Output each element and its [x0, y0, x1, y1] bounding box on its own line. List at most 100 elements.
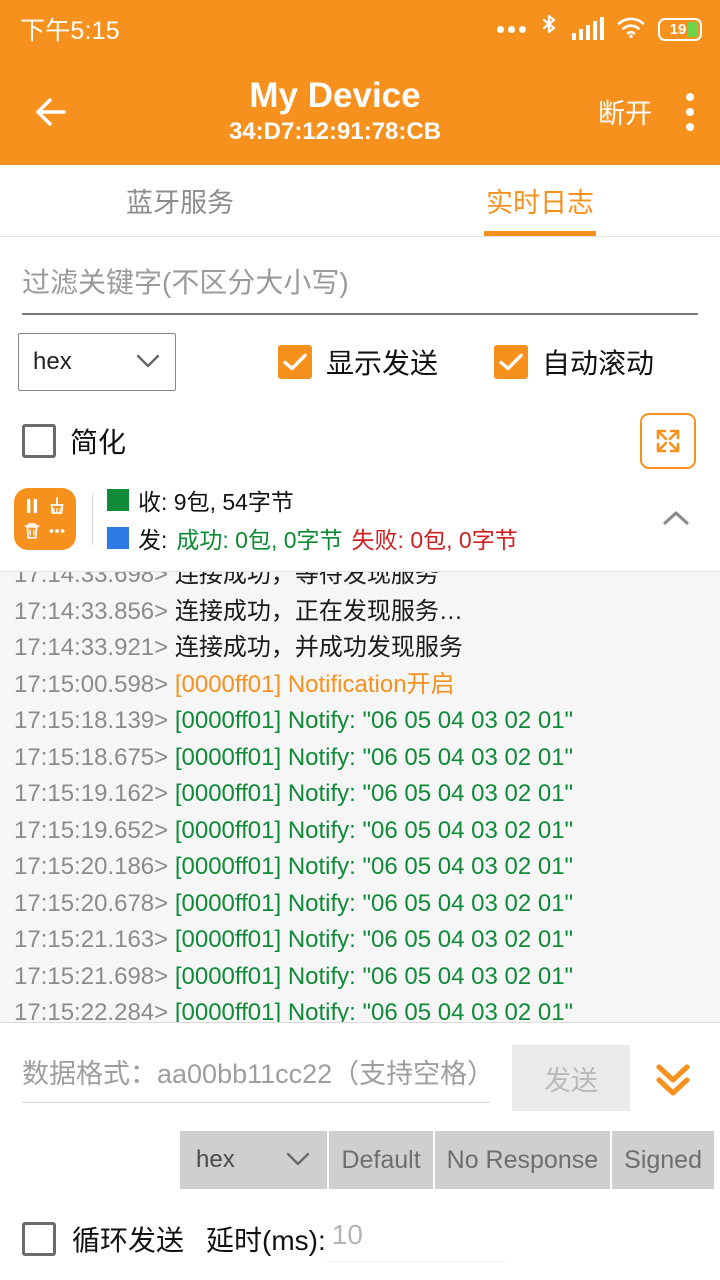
- stats-divider: [92, 493, 93, 545]
- log-line: 17:15:21.163> [0000ff01] Notify: "06 05 …: [14, 922, 720, 959]
- options-row-primary: hex 显示发送 自动滚动: [0, 315, 720, 391]
- log-line: 17:15:21.698> [0000ff01] Notify: "06 05 …: [14, 959, 720, 996]
- log-message: [0000ff01] Notification开启: [175, 671, 455, 698]
- disconnect-button[interactable]: 断开: [598, 92, 652, 131]
- app-bar: My Device 34:D7:12:91:78:CB 断开: [0, 58, 720, 165]
- log-line: 17:14:33.698> 连接成功，等待发现服务: [14, 571, 720, 594]
- log-line: 17:15:20.186> [0000ff01] Notify: "06 05 …: [14, 849, 720, 886]
- double-chevron-down-icon[interactable]: [644, 1049, 702, 1107]
- device-mac-address: 34:D7:12:91:78:CB: [229, 117, 441, 147]
- log-scroll-container: 17:14:33.698> 连接成功，等待发现服务17:14:33.856> 连…: [14, 571, 720, 1023]
- battery-icon: 19: [658, 18, 702, 41]
- auto-scroll-checkbox[interactable]: [494, 345, 528, 379]
- log-format-select[interactable]: hex: [18, 333, 176, 391]
- page-title: My Device: [249, 76, 420, 115]
- status-icons: 19: [497, 14, 703, 45]
- write-type-row: hex Default No Response Signed: [0, 1111, 720, 1189]
- chevron-down-icon: [285, 1146, 311, 1174]
- app-screen: 下午5:15 19: [0, 0, 720, 1280]
- signal-icon: [572, 18, 605, 40]
- write-type-no-response[interactable]: No Response: [435, 1131, 610, 1189]
- log-panel[interactable]: 17:14:33.698> 连接成功，等待发现服务17:14:33.856> 连…: [0, 571, 720, 1023]
- log-timestamp: 17:15:20.186>: [14, 853, 175, 880]
- log-message: [0000ff01] Notify: "06 05 04 03 02 01": [175, 890, 573, 917]
- log-line: 17:15:22.284> [0000ff01] Notify: "06 05 …: [14, 995, 720, 1023]
- log-timestamp: 17:15:19.652>: [14, 817, 175, 844]
- log-timestamp: 17:15:00.598>: [14, 671, 175, 698]
- stats-text-block: 收: 9包, 54字节 发: 成功: 0包, 0字节 失败: 0包, 0字节: [107, 483, 518, 555]
- loop-send-row: 循环发送 延时(ms):: [0, 1189, 720, 1262]
- rx-stat-text: 收: 9包, 54字节: [138, 483, 294, 517]
- log-message: 连接成功，并成功发现服务: [175, 634, 463, 661]
- fullscreen-expand-icon[interactable]: [640, 413, 696, 469]
- tx-prefix: 发:: [138, 521, 167, 555]
- delay-label: 延时(ms):: [206, 1219, 326, 1259]
- send-data-input[interactable]: [22, 1053, 490, 1103]
- auto-scroll-label: 自动滚动: [542, 342, 654, 382]
- log-timestamp: 17:15:20.678>: [14, 890, 175, 917]
- log-message: [0000ff01] Notify: "06 05 04 03 02 01": [175, 853, 573, 880]
- stats-bar: 收: 9包, 54字节 发: 成功: 0包, 0字节 失败: 0包, 0字节: [0, 469, 720, 571]
- rx-color-swatch: [107, 489, 129, 511]
- send-format-value: hex: [196, 1146, 235, 1174]
- tab-bluetooth-services[interactable]: 蓝牙服务: [0, 165, 360, 236]
- log-timestamp: 17:15:22.284>: [14, 999, 175, 1023]
- log-line: 17:14:33.856> 连接成功，正在发现服务…: [14, 594, 720, 631]
- log-timestamp: 17:15:21.698>: [14, 963, 175, 990]
- status-clock: 下午5:15: [20, 11, 120, 47]
- log-message: [0000ff01] Notify: "06 05 04 03 02 01": [175, 999, 573, 1023]
- log-line: 17:15:19.162> [0000ff01] Notify: "06 05 …: [14, 776, 720, 813]
- overflow-menu-icon[interactable]: [682, 89, 698, 135]
- rx-stat-line: 收: 9包, 54字节: [107, 483, 518, 517]
- log-line: 17:14:33.921> 连接成功，并成功发现服务: [14, 630, 720, 667]
- delay-input[interactable]: [326, 1215, 506, 1262]
- loop-send-checkbox[interactable]: [22, 1222, 56, 1256]
- battery-level: 19: [670, 21, 687, 38]
- trash-icon: [22, 521, 44, 543]
- log-message: [0000ff01] Notify: "06 05 04 03 02 01": [175, 817, 573, 844]
- send-format-select[interactable]: hex: [180, 1131, 327, 1189]
- bluetooth-icon: [538, 14, 560, 45]
- tx-stat-line: 发: 成功: 0包, 0字节 失败: 0包, 0字节: [107, 521, 518, 555]
- log-message: [0000ff01] Notify: "06 05 04 03 02 01": [175, 963, 573, 990]
- chevron-up-icon[interactable]: [654, 497, 698, 541]
- simplify-checkbox-group[interactable]: 简化: [22, 421, 126, 461]
- tx-fail-text: 失败: 0包, 0字节: [352, 521, 518, 555]
- log-timestamp: 17:15:18.675>: [14, 744, 175, 771]
- auto-scroll-checkbox-group[interactable]: 自动滚动: [494, 342, 654, 382]
- send-button[interactable]: 发送: [512, 1045, 630, 1111]
- options-row-secondary: 简化: [0, 391, 720, 469]
- more-dots-icon: [497, 26, 526, 33]
- log-line: 17:15:18.139> [0000ff01] Notify: "06 05 …: [14, 703, 720, 740]
- tx-color-swatch: [107, 527, 129, 549]
- tab-realtime-log[interactable]: 实时日志: [360, 165, 720, 236]
- log-format-value: hex: [33, 348, 72, 376]
- title-block: My Device 34:D7:12:91:78:CB: [72, 76, 598, 146]
- show-send-label: 显示发送: [326, 342, 438, 382]
- filter-input[interactable]: [22, 261, 698, 315]
- loop-send-label: 循环发送: [72, 1219, 184, 1259]
- tx-success-text: 成功: 0包, 0字节: [176, 521, 342, 555]
- log-timestamp: 17:15:18.139>: [14, 707, 175, 734]
- log-line: 17:15:19.652> [0000ff01] Notify: "06 05 …: [14, 813, 720, 850]
- simplify-checkbox[interactable]: [22, 424, 56, 458]
- wifi-icon: [616, 15, 646, 44]
- show-send-checkbox[interactable]: [278, 345, 312, 379]
- show-send-checkbox-group[interactable]: 显示发送: [278, 342, 438, 382]
- send-row: 发送: [0, 1023, 720, 1111]
- back-arrow-icon[interactable]: [26, 86, 78, 138]
- log-timestamp: 17:15:21.163>: [14, 926, 175, 953]
- log-tools-button[interactable]: [14, 488, 76, 550]
- log-message: [0000ff01] Notify: "06 05 04 03 02 01": [175, 926, 573, 953]
- log-message: [0000ff01] Notify: "06 05 04 03 02 01": [175, 707, 573, 734]
- log-timestamp: 17:15:19.162>: [14, 780, 175, 807]
- status-bar: 下午5:15 19: [0, 0, 720, 58]
- pause-icon: [22, 496, 44, 518]
- write-type-signed[interactable]: Signed: [612, 1131, 714, 1189]
- write-type-default[interactable]: Default: [329, 1131, 432, 1189]
- log-message: [0000ff01] Notify: "06 05 04 03 02 01": [175, 780, 573, 807]
- log-timestamp: 17:14:33.698>: [14, 571, 175, 588]
- log-message: [0000ff01] Notify: "06 05 04 03 02 01": [175, 744, 573, 771]
- log-line: 17:15:00.598> [0000ff01] Notification开启: [14, 667, 720, 704]
- log-timestamp: 17:14:33.856>: [14, 598, 175, 625]
